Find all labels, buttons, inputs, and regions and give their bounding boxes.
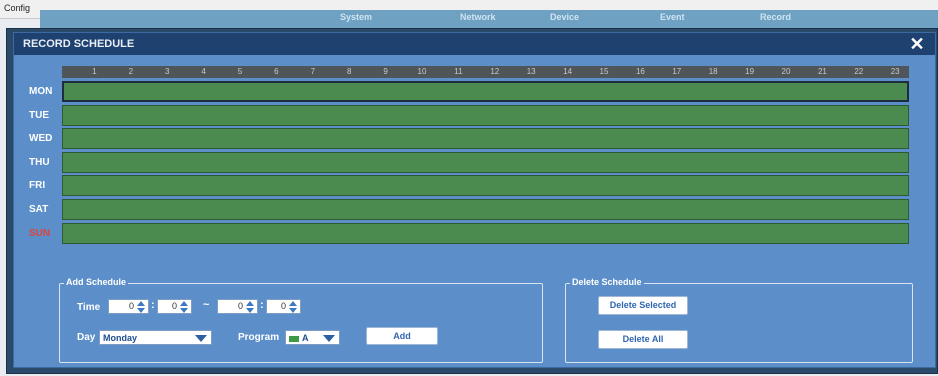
- chevron-down-icon[interactable]: [195, 335, 207, 342]
- delete-schedule-group: Delete Schedule: [565, 277, 913, 363]
- schedule-row-mon[interactable]: [62, 81, 909, 102]
- schedule-row-wed[interactable]: [62, 128, 909, 149]
- day-label-fri: FRI: [29, 180, 46, 191]
- program-label: Program: [238, 332, 280, 343]
- hour-label: 23: [890, 67, 900, 76]
- start-hour-spinner[interactable]: 0: [108, 299, 149, 314]
- range-separator: ~: [203, 299, 210, 311]
- day-select[interactable]: Monday: [99, 330, 212, 345]
- bg-nav-system: System: [340, 12, 373, 22]
- hour-label: 15: [599, 67, 609, 76]
- day-select-value: Monday: [103, 333, 138, 343]
- hour-label: 17: [672, 67, 682, 76]
- end-hour-value: 0: [237, 301, 243, 311]
- dialog-header: RECORD SCHEDULE ✕: [14, 33, 935, 55]
- bg-nav-network: Network: [460, 12, 496, 22]
- start-minute-value: 0: [171, 301, 177, 311]
- schedule-row-sun[interactable]: [62, 223, 909, 244]
- hour-label: 11: [454, 67, 463, 76]
- close-icon[interactable]: ✕: [908, 34, 926, 54]
- hour-label: 2: [128, 67, 134, 76]
- bg-nav-device: Device: [550, 12, 580, 22]
- background-app-bar: System Network Device Event Record: [40, 10, 938, 28]
- schedule-row-tue[interactable]: [62, 105, 909, 126]
- end-hour-spinner[interactable]: 0: [217, 299, 258, 314]
- day-label-mon: MON: [29, 86, 53, 97]
- delete-schedule-legend: Delete Schedule: [570, 277, 644, 287]
- program-select-value: A: [302, 333, 309, 343]
- hour-label: 12: [490, 67, 500, 76]
- schedule-row-thu[interactable]: [62, 152, 909, 173]
- hour-label: 21: [817, 67, 827, 76]
- day-label-thu: THU: [29, 157, 50, 168]
- hour-label: 16: [635, 67, 645, 76]
- hour-ruler: 1 2 3 4 5 6 7 8 9 10 11 12 13 14 15 16 17 18 19 20 21 22 23: [62, 66, 909, 78]
- end-minute-spinner[interactable]: 0: [266, 299, 301, 314]
- hour-label: 9: [383, 67, 388, 76]
- window-title: Config: [4, 3, 31, 13]
- hour-label: 18: [708, 67, 718, 76]
- end-minute-value: 0: [280, 301, 286, 311]
- hour-label: 10: [417, 67, 427, 76]
- schedule-row-sat[interactable]: [62, 199, 909, 220]
- delete-all-button[interactable]: Delete All: [598, 330, 688, 349]
- program-color-swatch: [289, 335, 299, 342]
- hour-label: 20: [781, 67, 791, 76]
- chevron-down-icon[interactable]: [323, 335, 335, 342]
- schedule-row-fri[interactable]: [62, 175, 909, 196]
- bg-nav-record: Record: [760, 12, 792, 22]
- day-label-tue: TUE: [29, 110, 49, 121]
- add-schedule-legend: Add Schedule: [64, 277, 129, 287]
- day-label: Day: [77, 332, 96, 343]
- day-label-wed: WED: [29, 133, 53, 144]
- hour-label: 22: [854, 67, 864, 76]
- day-label-sat: SAT: [29, 204, 49, 215]
- program-select[interactable]: A: [285, 330, 340, 345]
- time-colon: :: [151, 299, 155, 311]
- hour-label: 19: [745, 67, 755, 76]
- hour-label: 13: [526, 67, 536, 76]
- hour-label: 4: [201, 67, 206, 76]
- add-schedule-group: Add Schedule: [59, 277, 543, 363]
- hour-label: 3: [164, 67, 170, 76]
- dialog-title: RECORD SCHEDULE: [23, 38, 135, 50]
- hour-label: 5: [237, 67, 243, 76]
- hour-label: 8: [346, 67, 352, 76]
- spinner-arrows-icon[interactable]: [246, 301, 255, 313]
- hour-label: 14: [563, 67, 573, 76]
- hour-label: 1: [92, 67, 97, 76]
- delete-selected-button[interactable]: Delete Selected: [598, 296, 688, 315]
- time-label: Time: [77, 302, 101, 313]
- hour-label: 7: [310, 67, 316, 76]
- start-hour-value: 0: [128, 301, 134, 311]
- time-colon: :: [260, 299, 264, 311]
- bg-nav-event: Event: [660, 12, 685, 22]
- hour-label: 6: [274, 67, 279, 76]
- day-label-sun: SUN: [29, 228, 51, 239]
- spinner-arrows-icon[interactable]: [180, 301, 189, 313]
- start-minute-spinner[interactable]: 0: [157, 299, 192, 314]
- add-schedule-button[interactable]: Add: [366, 327, 438, 345]
- spinner-arrows-icon[interactable]: [137, 301, 146, 313]
- spinner-arrows-icon[interactable]: [289, 301, 298, 313]
